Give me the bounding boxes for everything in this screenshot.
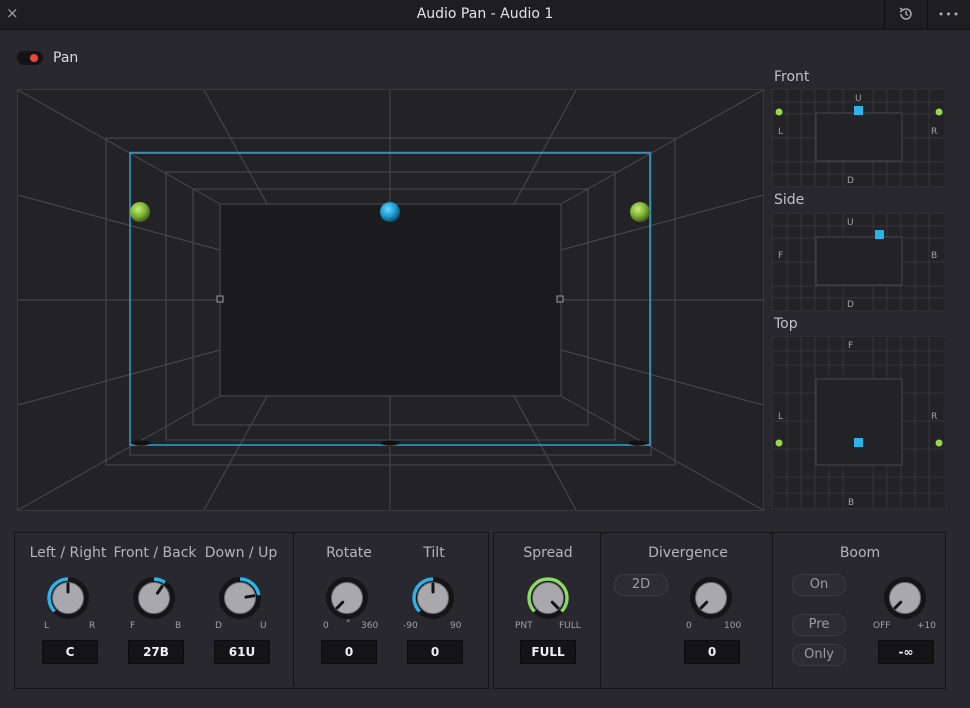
knob-graphic [412,577,454,619]
window-title: Audio Pan - Audio 1 [416,6,554,22]
toggle-indicator [30,54,38,62]
divergence-value[interactable]: 0 [684,640,740,664]
knob-graphic [527,577,569,619]
room-grid [17,89,764,511]
front-minimap[interactable]: U D L R [772,89,946,187]
knob-graphic [884,577,926,619]
front-minimap-grid: U D L R [773,90,945,186]
front-right-tick: R [931,127,937,137]
more-options-icon[interactable]: ••• [928,0,970,29]
down-up-value[interactable]: 61U [214,640,270,664]
side-minimap[interactable]: U D F B [772,213,946,311]
left-right-max: R [89,621,96,631]
front-view-label: Front [774,69,810,85]
knob-cap [224,582,256,614]
divergence-min: 0 [686,621,692,631]
knob-graphic [47,577,89,619]
tilt-knob[interactable] [410,575,456,621]
top-minimap-grid: F B L R [773,337,945,508]
down-up-min: D [215,621,222,631]
knob-graphic [219,577,261,619]
back-wall [219,203,562,397]
panel-divider [600,532,601,687]
frame-handle-left[interactable] [216,295,224,303]
spread-max: FULL [559,621,581,631]
side-right-tick: B [931,251,937,261]
side-minimap-grid: U D F B [773,214,945,310]
panel-divider [293,532,294,687]
boom-label: Boom [839,545,881,561]
spread-knob[interactable] [525,575,571,621]
side-bottom-tick: D [847,300,854,310]
front-top-tick: U [855,94,862,104]
rotate-unit: ° [346,619,351,629]
left-right-min: L [44,621,50,631]
right-source[interactable] [630,202,650,222]
boom-on-button[interactable]: On [792,574,846,596]
front-left-tick: L [778,127,783,137]
boom-max: +10 [917,621,936,631]
tilt-min: -90 [403,621,418,631]
spread-min: PNT [515,621,533,631]
left-source[interactable] [130,202,150,222]
front-back-max: B [175,621,182,631]
spread-label: Spread [523,545,573,561]
knob-graphic [690,577,732,619]
knob-graphic [326,577,368,619]
boom-value[interactable]: -∞ [878,640,934,664]
divergence-max: 100 [724,621,742,631]
boom-only-button[interactable]: Only [792,644,846,666]
divergence-2d-button[interactable]: 2D [614,574,668,596]
divergence-label: Divergence [648,545,728,561]
top-back-tick: B [848,498,854,508]
top-front-tick: F [848,341,853,351]
pan-position-source[interactable] [380,202,400,222]
down-up-knob[interactable] [217,575,263,621]
top-view-label: Top [774,316,798,332]
pan-3d-view[interactable] [17,89,764,511]
front-back-knob[interactable] [131,575,177,621]
knob-pointer [244,594,256,599]
title-bar: × Audio Pan - Audio 1 ••• [0,0,970,30]
boom-knob[interactable] [882,575,928,621]
rotate-max: 360 [361,621,379,631]
divergence-knob[interactable] [688,575,734,621]
side-top-tick: U [847,218,854,228]
pan-label: Pan [53,50,79,66]
front-bottom-tick: D [847,176,854,186]
rotate-value[interactable]: 0 [321,640,377,664]
boom-pre-button[interactable]: Pre [792,614,846,636]
rotate-knob[interactable] [324,575,370,621]
knob-graphic [133,577,175,619]
front-back-min: F [130,621,136,631]
spread-value[interactable]: FULL [520,640,576,664]
rotate-min: 0 [323,621,329,631]
left-right-label: Left / Right [29,545,107,561]
top-minimap[interactable]: F B L R [772,336,946,509]
knob-cap [138,582,170,614]
panel-divider [772,532,773,687]
side-left-tick: F [778,251,783,261]
left-right-value[interactable]: C [42,640,98,664]
tilt-value[interactable]: 0 [407,640,463,664]
top-right-tick: R [931,412,937,422]
history-icon[interactable] [885,0,927,29]
top-left-tick: L [778,412,783,422]
front-back-value[interactable]: 27B [128,640,184,664]
frame-handle-right[interactable] [556,295,564,303]
tilt-label: Tilt [423,545,445,561]
rotate-label: Rotate [326,545,372,561]
down-up-label: Down / Up [204,545,278,561]
pan-toggle[interactable] [17,51,43,65]
down-up-max: U [260,621,267,631]
boom-min: OFF [873,621,891,631]
left-right-knob[interactable] [45,575,91,621]
front-back-label: Front / Back [113,545,197,561]
tilt-max: 90 [450,621,462,631]
side-view-label: Side [774,192,805,208]
